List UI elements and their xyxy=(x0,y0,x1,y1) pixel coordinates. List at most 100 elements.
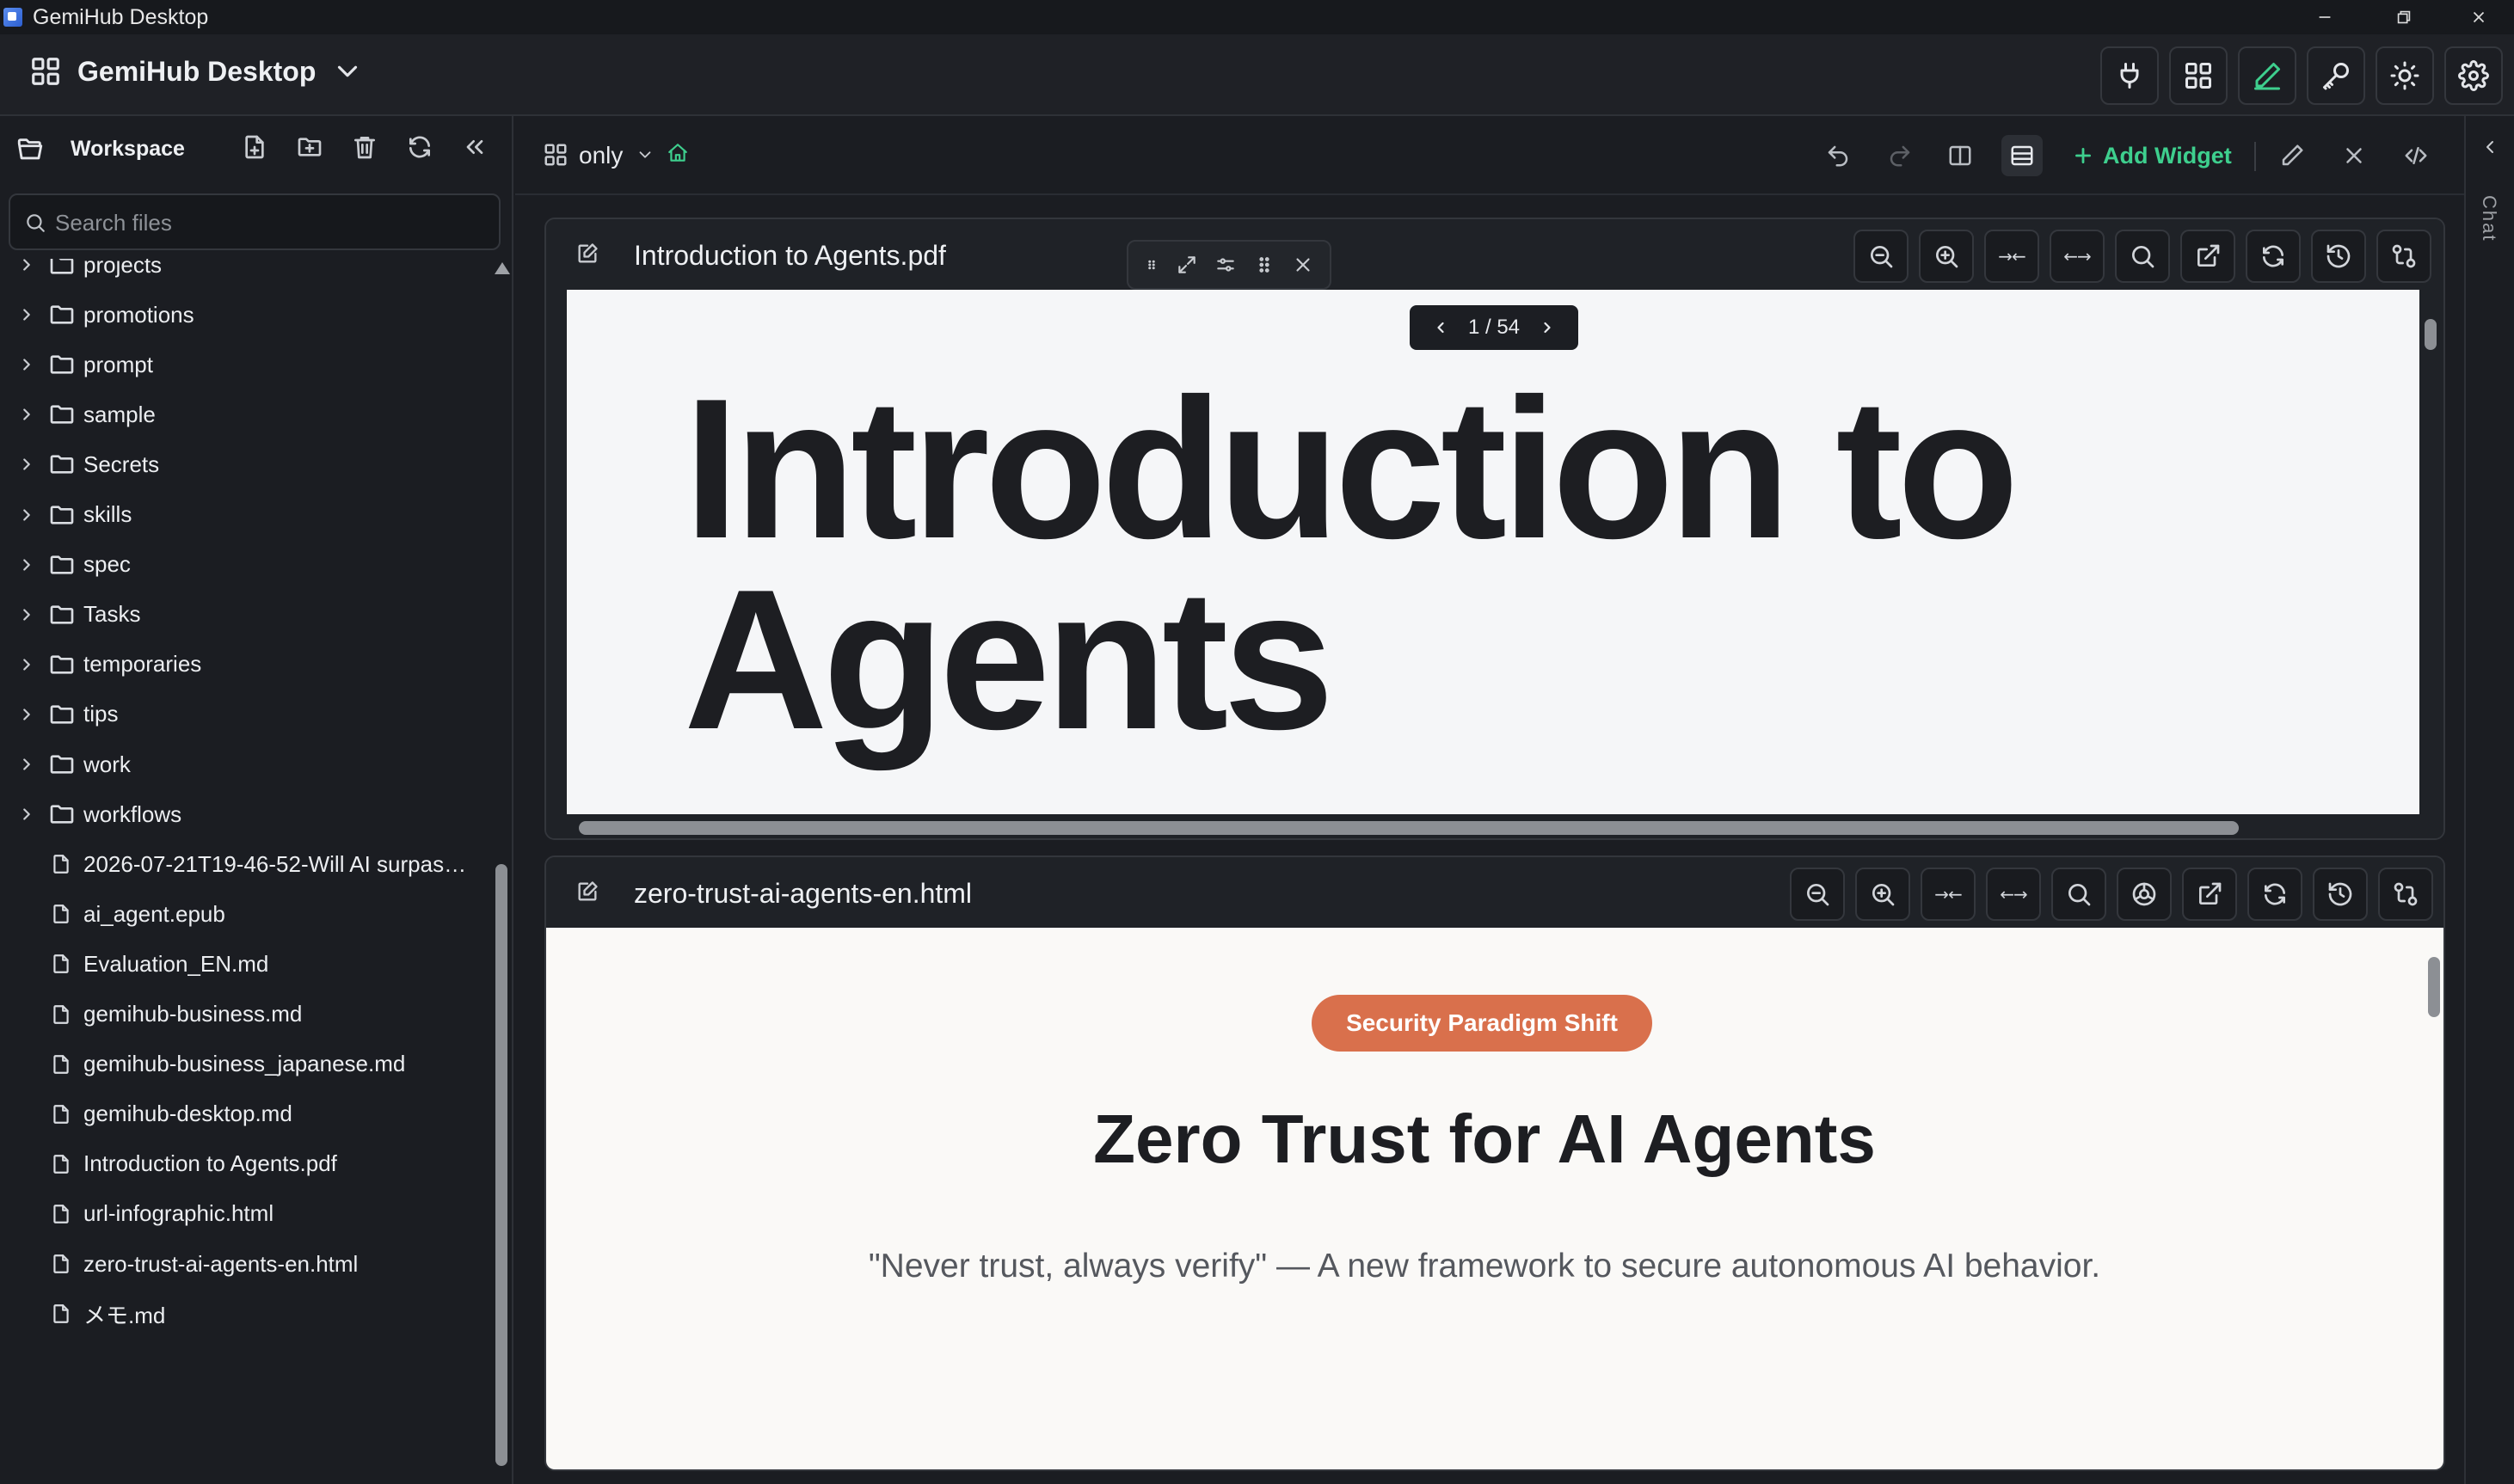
history-button[interactable] xyxy=(2311,230,2366,283)
scrollbar-thumb[interactable] xyxy=(495,864,507,1466)
open-external-button[interactable] xyxy=(2180,230,2235,283)
refresh-tree-button[interactable] xyxy=(406,133,439,166)
chevron-left-icon[interactable] xyxy=(1432,319,1449,336)
redo-button[interactable] xyxy=(1879,135,1921,176)
chevrons-left-icon[interactable] xyxy=(2480,137,2500,157)
file-item[interactable]: Evaluation_EN.md xyxy=(0,939,490,989)
folder-item[interactable]: skills xyxy=(0,490,490,540)
edit-square-icon[interactable] xyxy=(575,880,599,904)
chevron-right-icon[interactable] xyxy=(17,805,36,824)
chevron-right-icon[interactable] xyxy=(17,605,36,624)
pdf-viewer[interactable]: 1 / 54 Introduction to Agents xyxy=(567,290,2419,814)
chevron-right-icon[interactable] xyxy=(1539,319,1556,336)
pdf-horizontal-scrollbar[interactable] xyxy=(546,814,2443,838)
folder-item[interactable]: temporaries xyxy=(0,640,490,690)
file-item[interactable]: Introduction to Agents.pdf xyxy=(0,1139,490,1189)
html-vertical-scrollbar[interactable] xyxy=(2423,928,2443,1469)
reload-button[interactable] xyxy=(2246,230,2301,283)
close-window-button[interactable] xyxy=(2443,0,2514,34)
chevron-right-icon[interactable] xyxy=(17,705,36,724)
file-item[interactable]: gemihub-desktop.md xyxy=(0,1089,490,1139)
folder-item[interactable]: work xyxy=(0,739,490,789)
chevron-right-icon[interactable] xyxy=(17,506,36,524)
folder-item[interactable]: promotions xyxy=(0,290,490,340)
chevron-right-icon[interactable] xyxy=(17,259,36,274)
chevron-right-icon[interactable] xyxy=(17,655,36,674)
chevron-right-icon[interactable] xyxy=(17,305,36,324)
theme-toggle-button[interactable] xyxy=(2376,46,2434,105)
chevron-right-icon[interactable] xyxy=(17,355,36,374)
chat-rail[interactable]: Chat xyxy=(2464,116,2514,1484)
html-viewer[interactable]: Security Paradigm Shift Zero Trust for A… xyxy=(546,928,2423,1469)
grip-icon[interactable] xyxy=(1253,254,1275,276)
chevron-right-icon[interactable] xyxy=(17,455,36,474)
zoom-in-button[interactable] xyxy=(1919,230,1974,283)
sliders-icon[interactable] xyxy=(1214,254,1237,276)
zoom-out-button[interactable] xyxy=(1853,230,1909,283)
file-item[interactable]: gemihub-business_japanese.md xyxy=(0,1039,490,1089)
zoom-in-button[interactable] xyxy=(1855,868,1910,921)
folder-item[interactable]: workflows xyxy=(0,789,490,839)
open-external-button[interactable] xyxy=(2182,868,2237,921)
drag-handle-icon[interactable] xyxy=(1144,254,1159,276)
scrollbar-thumb[interactable] xyxy=(579,821,2239,835)
history-button[interactable] xyxy=(2313,868,2368,921)
fit-width-button[interactable]: →← xyxy=(1921,868,1976,921)
file-item[interactable]: 2026-07-21T19-46-52-Will AI surpass ... xyxy=(0,839,490,889)
edit-layout-button[interactable] xyxy=(2271,135,2313,176)
search-input[interactable] xyxy=(55,205,485,240)
restore-button[interactable] xyxy=(2364,0,2443,34)
edit-square-icon[interactable] xyxy=(575,242,599,266)
new-file-button[interactable] xyxy=(241,133,274,166)
chevron-down-icon[interactable] xyxy=(636,145,655,164)
folder-item[interactable]: sample xyxy=(0,389,490,439)
diff-button[interactable] xyxy=(2376,230,2431,283)
search-pdf-button[interactable] xyxy=(2115,230,2170,283)
folder-item[interactable]: prompt xyxy=(0,340,490,389)
close-layout-button[interactable] xyxy=(2333,135,2375,176)
file-item[interactable]: gemihub-business.md xyxy=(0,990,490,1039)
home-icon[interactable] xyxy=(667,142,689,164)
apps-button[interactable] xyxy=(2169,46,2228,105)
search-box[interactable] xyxy=(9,193,501,250)
fit-page-button[interactable]: ←→ xyxy=(2050,230,2105,283)
file-item[interactable]: ai_agent.epub xyxy=(0,889,490,939)
chevron-right-icon[interactable] xyxy=(17,555,36,574)
layout-selector[interactable]: only xyxy=(579,142,623,169)
delete-button[interactable] xyxy=(351,133,384,166)
scrollbar-thumb[interactable] xyxy=(2425,319,2437,350)
settings-button[interactable] xyxy=(2444,46,2503,105)
close-icon[interactable] xyxy=(1292,254,1314,276)
reload-button[interactable] xyxy=(2247,868,2302,921)
folder-item[interactable]: Secrets xyxy=(0,439,490,489)
rows-layout-button[interactable] xyxy=(2001,135,2043,176)
file-item[interactable]: zero-trust-ai-agents-en.html xyxy=(0,1239,490,1289)
app-switcher[interactable]: GemiHub Desktop xyxy=(29,55,364,88)
scrollbar-thumb[interactable] xyxy=(2428,957,2440,1017)
minimize-button[interactable] xyxy=(2285,0,2364,34)
edit-mode-button[interactable] xyxy=(2238,46,2296,105)
fit-width-button[interactable]: →← xyxy=(1984,230,2039,283)
chat-tab-label[interactable]: Chat xyxy=(2478,195,2500,242)
chevron-right-icon[interactable] xyxy=(17,755,36,774)
code-view-button[interactable] xyxy=(2395,135,2437,176)
scroll-up-arrow[interactable] xyxy=(495,262,510,274)
open-in-browser-button[interactable] xyxy=(2117,868,2172,921)
maximize-icon[interactable] xyxy=(1176,254,1198,276)
columns-layout-button[interactable] xyxy=(1939,135,1981,176)
pdf-vertical-scrollbar[interactable] xyxy=(2421,290,2440,814)
folder-item[interactable]: projects xyxy=(0,259,490,290)
chevron-right-icon[interactable] xyxy=(17,405,36,424)
keys-button[interactable] xyxy=(2307,46,2365,105)
collapse-sidebar-button[interactable] xyxy=(461,133,494,166)
diff-button[interactable] xyxy=(2378,868,2433,921)
plugins-button[interactable] xyxy=(2100,46,2159,105)
file-item[interactable]: url-infographic.html xyxy=(0,1189,490,1239)
folder-item[interactable]: tips xyxy=(0,690,490,739)
fit-page-button[interactable]: ←→ xyxy=(1986,868,2041,921)
new-folder-button[interactable] xyxy=(296,133,329,166)
zoom-out-button[interactable] xyxy=(1790,868,1845,921)
sidebar-scrollbar[interactable] xyxy=(492,262,511,1484)
folder-item[interactable]: spec xyxy=(0,540,490,590)
add-widget-button[interactable]: Add Widget xyxy=(2072,135,2232,176)
